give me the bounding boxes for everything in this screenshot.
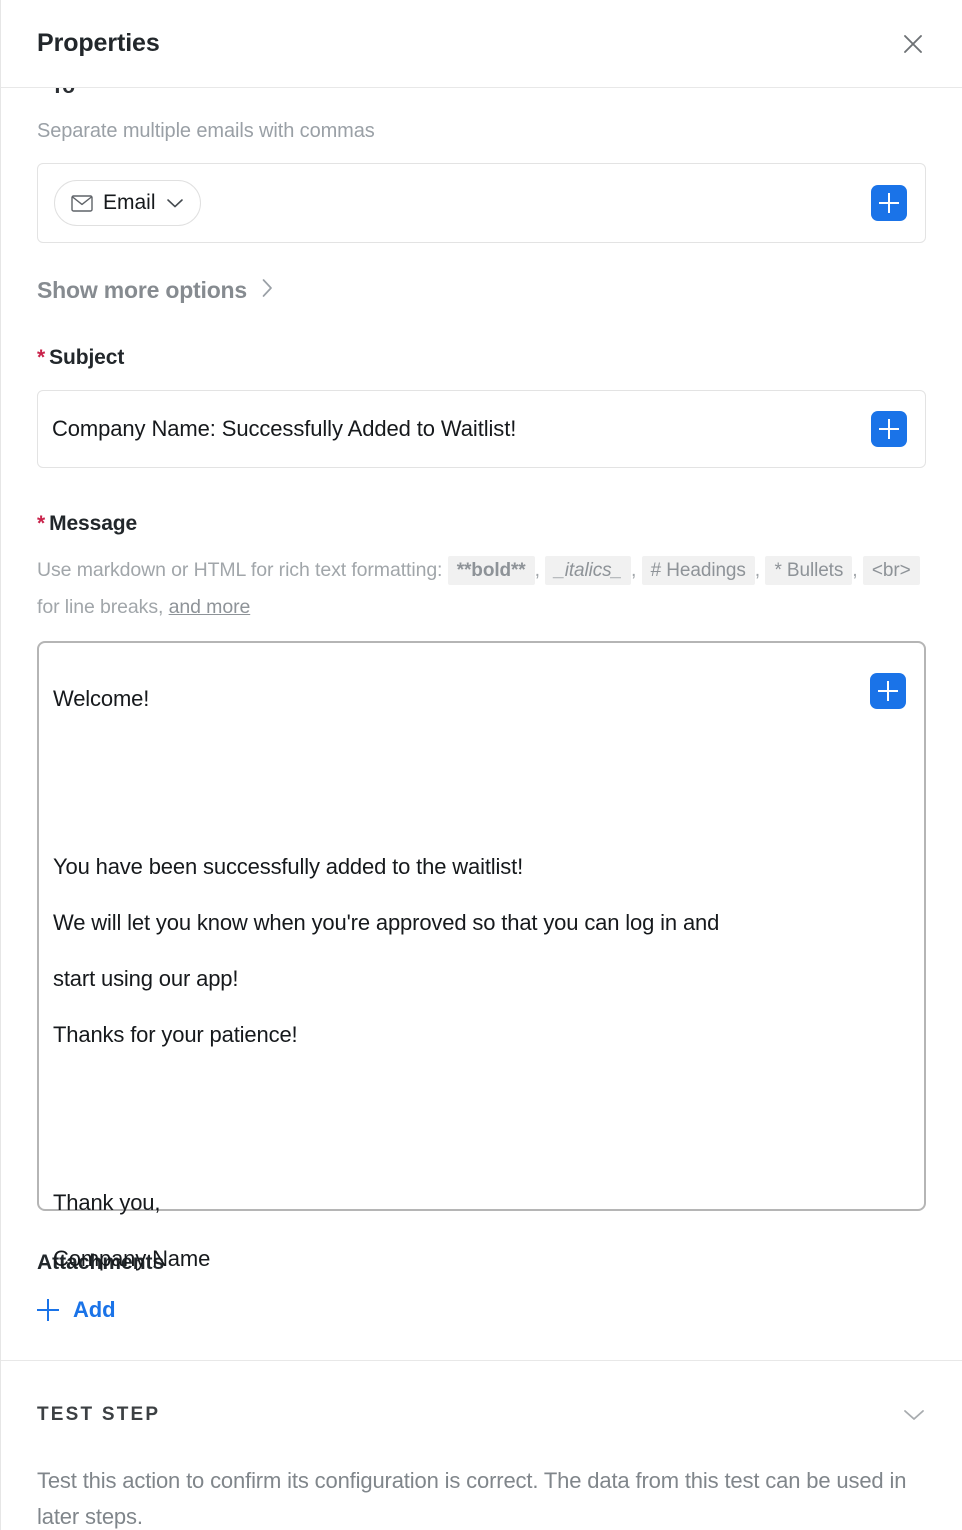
panel-body: * To Separate multiple emails with comma… [1,88,962,1360]
insert-data-subject-button[interactable] [871,411,907,447]
message-value: Welcome! You have been successfully adde… [53,686,720,1271]
hint-comma: , [534,559,540,581]
markdown-hint: Use markdown or HTML for rich text forma… [37,552,926,625]
add-attachment-button[interactable]: Add [37,1297,116,1323]
markdown-chip-bullets: * Bullets [765,556,853,585]
add-attachment-label: Add [73,1297,116,1322]
insert-data-message-button[interactable] [870,673,906,709]
message-textarea[interactable]: Welcome! You have been successfully adde… [37,641,926,1271]
subject-input[interactable]: Company Name: Successfully Added to Wait… [37,390,926,468]
plus-icon [37,1299,59,1321]
message-block: * Message Use markdown or HTML for rich t… [37,512,926,1271]
hint-comma: , [852,559,858,581]
required-marker: * [37,346,46,369]
hint-comma: , [631,559,637,581]
panel-header: Properties [1,0,962,88]
markdown-chip-italics: _italics_ [545,556,631,585]
test-step-title: TEST STEP [37,1404,161,1425]
subject-block: * Subject Company Name: Successfully Adde… [37,346,926,468]
markdown-chip-bold: **bold** [447,556,535,585]
test-step-header[interactable]: TEST STEP [37,1395,934,1435]
message-label-text: Message [49,512,138,535]
show-more-options-button[interactable]: Show more options [37,277,274,304]
properties-panel: Properties * To Separate multiple emails… [0,0,962,1530]
required-marker: * [37,512,46,535]
recipient-type-chip[interactable]: Email [54,180,201,226]
required-marker: * [37,88,45,98]
page-title: Properties [37,29,160,57]
markdown-more-link[interactable]: and more [169,596,251,618]
subject-value: Company Name: Successfully Added to Wait… [52,416,517,441]
recipients-field[interactable]: Email [37,163,926,243]
envelope-icon [71,194,93,212]
markdown-hint-mid: for line breaks, [37,596,164,618]
close-icon[interactable] [892,23,934,65]
test-step-section: TEST STEP Test this action to confirm it… [1,1361,962,1530]
subject-label-text: Subject [49,346,125,369]
recipients-label-text: To [45,88,75,98]
add-recipient-button[interactable] [871,185,907,221]
recipient-type-label: Email [103,191,156,214]
show-more-options-label: Show more options [37,277,247,303]
chevron-right-icon [261,278,274,303]
markdown-chip-br: <br> [862,556,920,585]
message-label: * Message [37,512,926,536]
test-step-description: Test this action to confirm its configur… [37,1468,907,1529]
markdown-hint-lead: Use markdown or HTML for rich text forma… [37,559,443,581]
chevron-down-icon [166,197,184,209]
chevron-down-icon[interactable] [894,1395,934,1435]
recipients-label-clipped: * To [37,88,926,102]
subject-label: * Subject [37,346,926,370]
recipients-helper-text: Separate multiple emails with commas [37,120,375,142]
markdown-chip-headings: # Headings [641,556,755,585]
hint-comma: , [754,559,761,581]
